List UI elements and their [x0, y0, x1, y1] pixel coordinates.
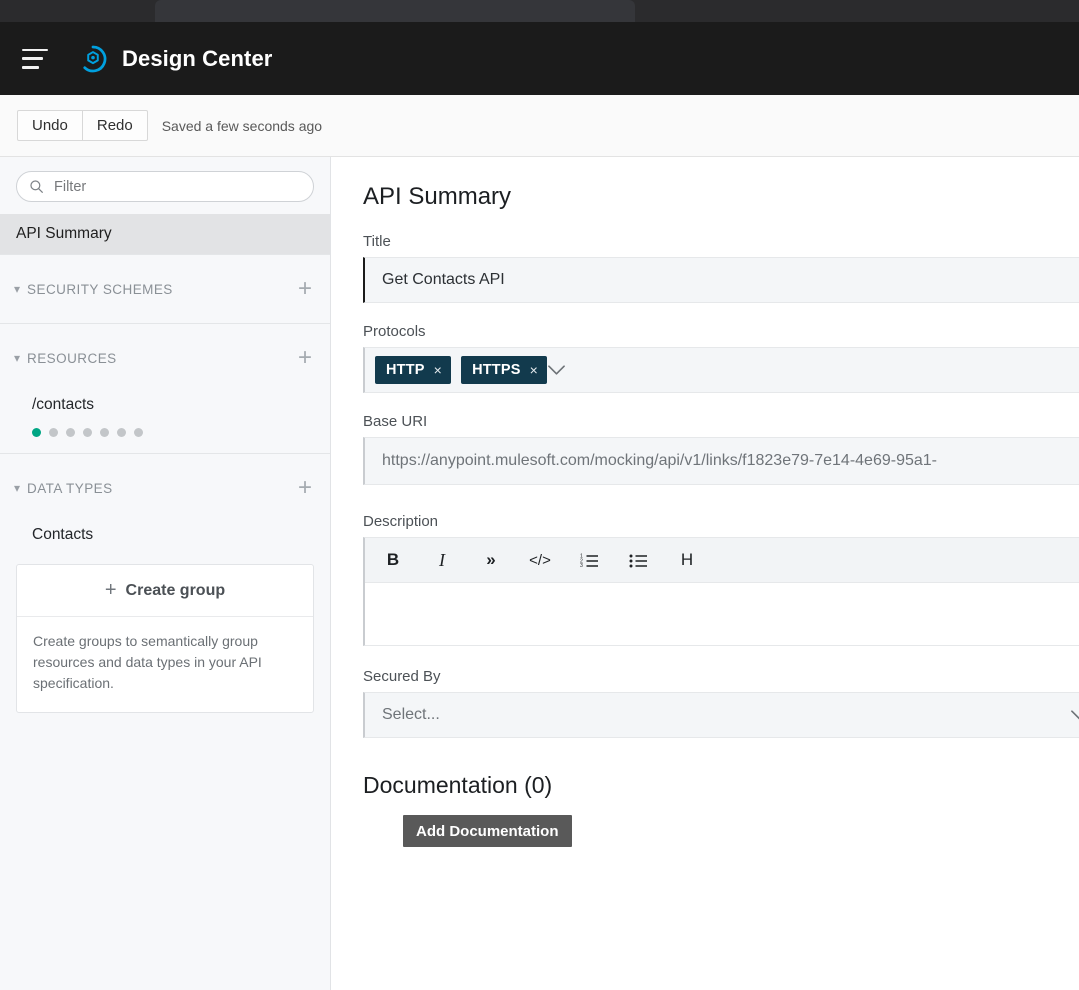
search-icon	[29, 179, 44, 194]
hamburger-icon[interactable]	[22, 49, 48, 69]
method-dot	[66, 428, 75, 437]
method-dot	[83, 428, 92, 437]
description-editor-body[interactable]	[365, 583, 1079, 645]
sidebar-section-data-types[interactable]: ▾ DATA TYPES +	[0, 454, 330, 522]
title-field-label: Title	[363, 233, 1079, 250]
editor-toolbar-bar: Undo Redo Saved a few seconds ago	[0, 95, 1079, 157]
create-group-button[interactable]: + Create group	[17, 565, 313, 617]
method-dot	[100, 428, 109, 437]
protocol-chip-label: HTTPS	[472, 362, 521, 378]
documentation-heading: Documentation (0)	[363, 772, 1079, 799]
sidebar-section-label: SECURITY SCHEMES	[27, 282, 296, 297]
chevron-down-icon[interactable]: ▾	[14, 283, 20, 295]
title-field[interactable]: Get Contacts API	[363, 257, 1079, 303]
sidebar-section-label: DATA TYPES	[27, 481, 296, 496]
sidebar-item-contacts-resource[interactable]: /contacts	[0, 392, 330, 418]
method-dots	[0, 418, 330, 453]
method-dot	[117, 428, 126, 437]
add-documentation-button[interactable]: Add Documentation	[403, 815, 572, 847]
bullet-list-icon[interactable]	[627, 549, 649, 571]
app-header-bar: Design Center	[0, 22, 1079, 95]
sidebar-section-security-schemes[interactable]: ▾ SECURITY SCHEMES +	[0, 255, 330, 323]
close-icon[interactable]: ×	[434, 363, 442, 377]
method-dot	[49, 428, 58, 437]
browser-tab[interactable]	[155, 0, 635, 22]
protocols-field[interactable]: HTTP × HTTPS ×	[363, 347, 1079, 393]
add-resource-button[interactable]: +	[296, 346, 314, 370]
app-root: Design Center Undo Redo Saved a few seco…	[0, 0, 1079, 990]
secured-by-field-label: Secured By	[363, 668, 1079, 685]
description-field-label: Description	[363, 513, 1079, 530]
description-editor: B I » </> 1 2 3	[363, 537, 1079, 646]
saved-status: Saved a few seconds ago	[162, 118, 322, 134]
chevron-down-icon[interactable]: ▾	[14, 352, 20, 364]
anypoint-logo-icon	[78, 44, 108, 74]
protocol-chip-http[interactable]: HTTP ×	[375, 356, 451, 384]
undo-button[interactable]: Undo	[17, 110, 83, 141]
chevron-down-icon[interactable]	[547, 364, 566, 376]
add-security-scheme-button[interactable]: +	[296, 277, 314, 301]
filter-box[interactable]	[16, 171, 314, 202]
base-uri-field-label: Base URI	[363, 413, 1079, 430]
method-dot	[134, 428, 143, 437]
chevron-down-icon[interactable]	[1070, 709, 1079, 721]
code-icon[interactable]: </>	[529, 549, 551, 571]
redo-button[interactable]: Redo	[83, 110, 148, 141]
create-group-card: + Create group Create groups to semantic…	[16, 564, 314, 713]
secured-by-select[interactable]: Select...	[363, 692, 1079, 738]
italic-icon[interactable]: I	[431, 549, 453, 571]
sidebar-item-api-summary[interactable]: API Summary	[0, 214, 330, 254]
base-uri-field-value: https://anypoint.mulesoft.com/mocking/ap…	[365, 452, 937, 470]
chevron-down-icon[interactable]: ▾	[14, 482, 20, 494]
page-title: API Summary	[363, 183, 1079, 211]
heading-icon[interactable]: H	[676, 549, 698, 571]
method-dot	[32, 428, 41, 437]
bold-icon[interactable]: B	[382, 549, 404, 571]
add-data-type-button[interactable]: +	[296, 476, 314, 500]
protocols-field-label: Protocols	[363, 323, 1079, 340]
sidebar-section-resources[interactable]: ▾ RESOURCES +	[0, 324, 330, 392]
quote-icon[interactable]: »	[480, 549, 502, 571]
filter-container	[0, 157, 330, 214]
description-editor-toolbar: B I » </> 1 2 3	[365, 538, 1079, 583]
filter-input[interactable]	[52, 178, 301, 196]
plus-icon: +	[105, 579, 117, 602]
sidebar: API Summary ▾ SECURITY SCHEMES + ▾ RESOU…	[0, 157, 331, 990]
ordered-list-icon[interactable]: 1 2 3	[578, 549, 600, 571]
undo-redo-group: Undo Redo	[17, 110, 148, 141]
create-group-label: Create group	[126, 582, 226, 600]
title-field-value: Get Contacts API	[365, 271, 505, 289]
app-title: Design Center	[122, 46, 272, 72]
protocol-chip-label: HTTP	[386, 362, 425, 378]
main-content: API Summary Title Get Contacts API Proto…	[332, 157, 1079, 990]
create-group-help-text: Create groups to semantically group reso…	[17, 617, 313, 712]
close-icon[interactable]: ×	[530, 363, 538, 377]
protocol-chip-https[interactable]: HTTPS ×	[461, 356, 547, 384]
browser-chrome-strip	[0, 0, 1079, 22]
secured-by-placeholder: Select...	[365, 706, 440, 724]
svg-text:3: 3	[580, 563, 583, 568]
base-uri-field[interactable]: https://anypoint.mulesoft.com/mocking/ap…	[363, 437, 1079, 485]
sidebar-item-contacts-datatype[interactable]: Contacts	[0, 522, 330, 548]
sidebar-section-label: RESOURCES	[27, 351, 296, 366]
